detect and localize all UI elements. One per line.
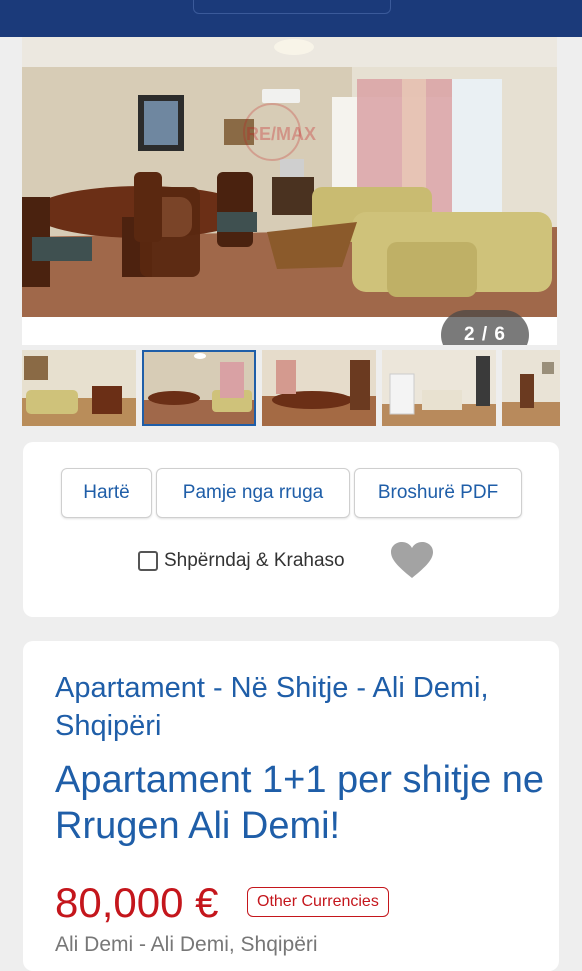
listing-location[interactable]: Apartament - Në Shitje - Ali Demi, Shqip… xyxy=(55,669,525,745)
share-compare-label: Shpërndaj & Krahaso xyxy=(164,550,345,571)
living-room-photo[interactable]: RE/MAX xyxy=(22,37,557,317)
thumbnail-4[interactable] xyxy=(382,350,496,426)
thumbnail-3[interactable] xyxy=(262,350,376,426)
listing-title: Apartament 1+1 per shitje ne Rrugen Ali … xyxy=(55,759,545,847)
photo-counter: 2 / 6 xyxy=(441,310,529,345)
share-compare-checkbox[interactable] xyxy=(138,551,158,571)
map-button[interactable]: Hartë xyxy=(61,468,152,518)
watermark-text: RE/MAX xyxy=(246,124,316,144)
thumbnail-1[interactable] xyxy=(22,350,136,426)
other-currencies-button[interactable]: Other Currencies xyxy=(247,887,389,917)
brochure-pdf-button[interactable]: Broshurë PDF xyxy=(354,468,522,518)
share-compare-toggle[interactable]: Shpërndaj & Krahaso xyxy=(138,550,345,572)
header-search-pill[interactable] xyxy=(193,0,391,14)
favorite-heart-icon[interactable] xyxy=(391,542,433,585)
top-header-bar xyxy=(0,0,582,37)
actions-card: Hartë Pamje nga rruga Broshurë PDF Shpër… xyxy=(23,442,559,617)
listing-address: Ali Demi - Ali Demi, Shqipëri xyxy=(55,933,318,956)
thumbnail-strip[interactable] xyxy=(22,350,560,426)
main-photo-container[interactable]: RE/MAX 2 / 6 xyxy=(22,37,557,345)
thumbnail-5[interactable] xyxy=(502,350,560,426)
street-view-button[interactable]: Pamje nga rruga xyxy=(156,468,350,518)
listing-card: Apartament - Në Shitje - Ali Demi, Shqip… xyxy=(23,641,559,971)
listing-price: 80,000 € xyxy=(55,879,219,926)
thumbnail-2[interactable] xyxy=(142,350,256,426)
